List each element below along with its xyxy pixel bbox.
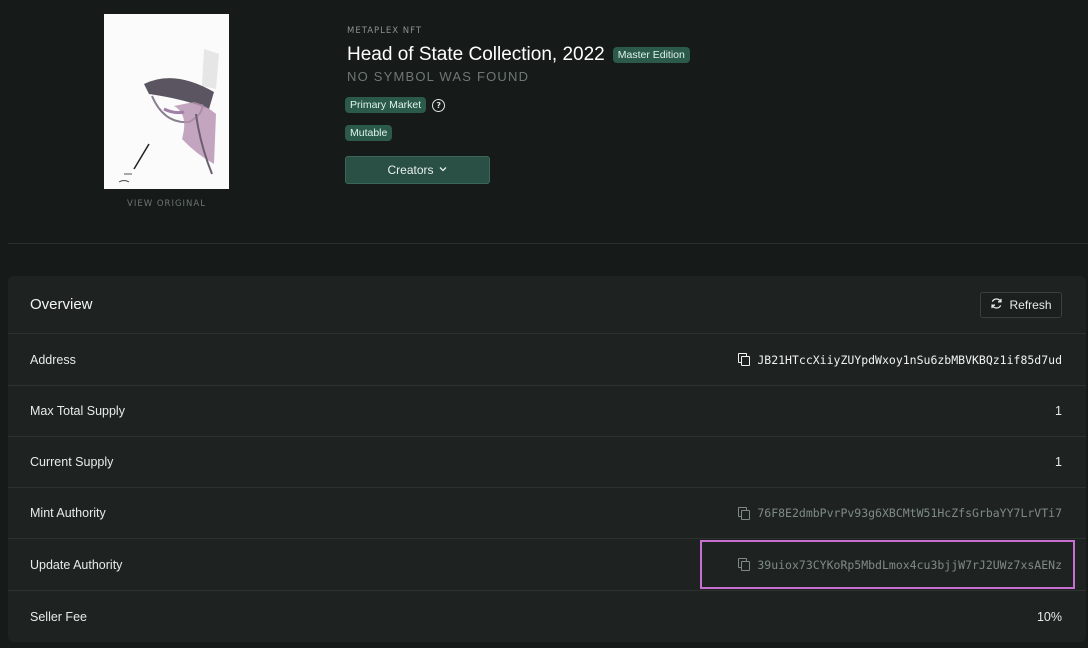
section-divider bbox=[8, 243, 1088, 244]
title-row: Head of State Collection, 2022 Master Ed… bbox=[347, 44, 690, 66]
row-label: Update Authority bbox=[30, 557, 123, 572]
mint-authority-value[interactable]: 76F8E2dmbPvrPv93g6XBCMtW51HcZfsGrbaYY7Lr… bbox=[738, 506, 1062, 520]
overview-card: Overview Refresh Address JB21HTccXiiyZUY… bbox=[8, 276, 1086, 642]
current-supply-value: 1 bbox=[1055, 455, 1062, 469]
refresh-icon bbox=[990, 297, 1003, 313]
table-row-address: Address JB21HTccXiiyZUYpdWxoy1nSu6zbMBVK… bbox=[8, 334, 1086, 386]
table-row-max-supply: Max Total Supply 1 bbox=[8, 386, 1086, 437]
update-authority-value[interactable]: 39uiox73CYKoRp5MbdLmox4cu3bjjW7rJ2UWz7xs… bbox=[738, 558, 1062, 572]
creators-button[interactable]: Creators bbox=[345, 156, 490, 184]
help-icon[interactable]: ? bbox=[432, 98, 446, 112]
address-text[interactable]: JB21HTccXiiyZUYpdWxoy1nSu6zbMBVKBQz1if85… bbox=[757, 353, 1062, 367]
refresh-button[interactable]: Refresh bbox=[980, 291, 1062, 318]
table-row-seller-fee: Seller Fee 10% bbox=[8, 591, 1086, 642]
max-supply-value: 1 bbox=[1055, 404, 1062, 418]
update-authority-text[interactable]: 39uiox73CYKoRp5MbdLmox4cu3bjjW7rJ2UWz7xs… bbox=[757, 558, 1062, 572]
row-label: Current Supply bbox=[30, 455, 114, 469]
table-row-mint-authority: Mint Authority 76F8E2dmbPvrPv93g6XBCMtW5… bbox=[8, 488, 1086, 539]
nft-header: VIEW ORIGINAL METAPLEX NFT Head of State… bbox=[0, 0, 1088, 244]
edition-badge: Master Edition bbox=[612, 47, 690, 63]
row-label: Max Total Supply bbox=[30, 404, 125, 418]
seller-fee-value: 10% bbox=[1036, 609, 1062, 624]
row-label: Seller Fee bbox=[30, 609, 87, 624]
nft-type-label: METAPLEX NFT bbox=[347, 26, 423, 36]
primary-market-badge: Primary Market bbox=[345, 97, 427, 113]
copy-icon[interactable] bbox=[738, 353, 751, 366]
table-row-update-authority: Update Authority 39uiox73CYKoRp5MbdLmox4… bbox=[8, 539, 1086, 591]
address-value[interactable]: JB21HTccXiiyZUYpdWxoy1nSu6zbMBVKBQz1if85… bbox=[738, 353, 1062, 367]
table-row-current-supply: Current Supply 1 bbox=[8, 437, 1086, 488]
nft-symbol: NO SYMBOL WAS FOUND bbox=[347, 69, 530, 84]
row-label: Mint Authority bbox=[30, 506, 106, 520]
market-row: Primary Market ? bbox=[345, 97, 446, 113]
mutable-badge: Mutable bbox=[345, 125, 393, 141]
mint-authority-text[interactable]: 76F8E2dmbPvrPv93g6XBCMtW51HcZfsGrbaYY7Lr… bbox=[757, 506, 1062, 520]
overview-header: Overview Refresh bbox=[8, 276, 1086, 334]
overview-title: Overview bbox=[30, 296, 93, 313]
view-original-link[interactable]: VIEW ORIGINAL bbox=[104, 199, 229, 209]
row-label: Address bbox=[30, 352, 76, 367]
copy-icon[interactable] bbox=[738, 506, 751, 520]
nft-image[interactable] bbox=[104, 14, 229, 189]
creators-button-label: Creators bbox=[387, 163, 434, 177]
chevron-down-icon bbox=[438, 163, 448, 177]
mutable-row: Mutable bbox=[345, 125, 393, 141]
refresh-label: Refresh bbox=[1009, 297, 1052, 312]
page-title: Head of State Collection, 2022 bbox=[347, 44, 605, 65]
copy-icon[interactable] bbox=[738, 558, 751, 571]
